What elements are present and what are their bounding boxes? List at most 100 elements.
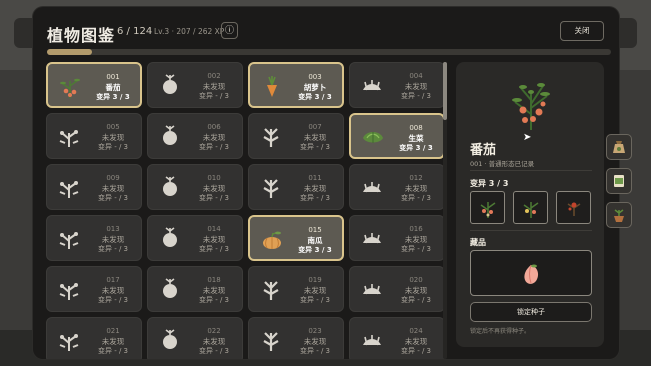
- info-button[interactable]: ⓘ: [221, 22, 238, 39]
- plant-encyclopedia-modal: 植物图鉴 6 / 124 Lv.3 · 207 / 262 XP ⓘ 关闭 00…: [33, 7, 619, 359]
- product-heading: 藏品: [470, 238, 486, 247]
- xp-progress-fill: [47, 49, 92, 55]
- plant-card-mutation: 变异 - / 3: [97, 143, 128, 151]
- plant-card-007[interactable]: 007 未发现 变异 - / 3: [248, 113, 344, 159]
- plant-card-mutation: 变异 - / 3: [299, 194, 330, 202]
- plant-card-mutation: 变异 - / 3: [97, 296, 128, 304]
- mutation-slot-3[interactable]: [556, 191, 591, 224]
- plant-card-number: 008: [409, 124, 423, 132]
- plant-card-012[interactable]: 012 未发现 变异 - / 3: [349, 164, 445, 210]
- plant-silhouette-icon: [263, 128, 279, 147]
- mutation-slot-1[interactable]: [470, 191, 505, 224]
- modal-title: 植物图鉴: [47, 26, 116, 45]
- plant-silhouette-icon: [263, 332, 279, 351]
- plant-card-mutation: 变异 - / 3: [400, 92, 431, 100]
- tomato-variant-icon: [480, 202, 496, 218]
- plant-silhouette-icon: [363, 80, 381, 91]
- divider: [470, 170, 592, 171]
- plant-card-010[interactable]: 010 未发现 变异 - / 3: [147, 164, 243, 210]
- plant-silhouette-icon: [163, 227, 177, 247]
- plant-card-020[interactable]: 020 未发现 变异 - / 3: [349, 266, 445, 312]
- plant-card-mutation: 变异 3 / 3: [96, 93, 130, 101]
- plant-card-024[interactable]: 024 未发现 变异 - / 3: [349, 317, 445, 359]
- tomato-plant-icon: [512, 83, 550, 130]
- product-slot[interactable]: [470, 250, 592, 296]
- plant-card-number: 014: [207, 225, 221, 233]
- tomato-variant-icon: [523, 202, 539, 218]
- mutation-slot-2[interactable]: [513, 191, 548, 224]
- plant-card-mutation: 变异 - / 3: [400, 296, 431, 304]
- plant-card-number: 019: [308, 276, 322, 284]
- plant-silhouette-icon: [363, 233, 381, 244]
- plant-card-016[interactable]: 016 未发现 变异 - / 3: [349, 215, 445, 261]
- detail-plant-name: 番茄: [470, 143, 497, 158]
- plant-card-mutation: 变异 - / 3: [97, 245, 128, 253]
- plant-card-005[interactable]: 005 未发现 变异 - / 3: [46, 113, 142, 159]
- discovered-count: 6 / 124: [117, 26, 153, 37]
- plant-card-009[interactable]: 009 未发现 变异 - / 3: [46, 164, 142, 210]
- plant-card-number: 022: [207, 327, 221, 335]
- potted-plant-icon: [614, 209, 624, 222]
- plant-card-018[interactable]: 018 未发现 变异 - / 3: [147, 266, 243, 312]
- plant-card-002[interactable]: 002 未发现 变异 - / 3: [147, 62, 243, 108]
- plant-card-006[interactable]: 006 未发现 变异 - / 3: [147, 113, 243, 159]
- plant-card-number: 006: [207, 123, 221, 131]
- plant-silhouette-icon: [163, 278, 177, 298]
- plant-card-mutation: 变异 - / 3: [198, 245, 229, 253]
- plant-card-mutation: 变异 - / 3: [400, 245, 431, 253]
- plant-card-mutation: 变异 - / 3: [400, 194, 431, 202]
- plant-card-number: 004: [409, 72, 423, 80]
- plant-card-number: 017: [106, 276, 120, 284]
- plant-silhouette-icon: [59, 334, 79, 351]
- plant-silhouette-icon: [163, 74, 177, 94]
- lock-seed-button[interactable]: 锁定种子: [470, 302, 592, 322]
- plant-card-mutation: 变异 - / 3: [97, 194, 128, 202]
- plant-silhouette-icon: [163, 125, 177, 145]
- plant-card-mutation: 变异 - / 3: [400, 347, 431, 355]
- plant-silhouette-icon: [59, 181, 79, 198]
- plant-card-mutation: 变异 3 / 3: [298, 93, 332, 101]
- divider: [470, 230, 592, 231]
- tomato-plant-icon: [60, 78, 80, 98]
- plant-card-019[interactable]: 019 未发现 变异 - / 3: [248, 266, 344, 312]
- close-button[interactable]: 关闭: [560, 21, 604, 41]
- xp-progress-bar: [47, 49, 611, 55]
- plant-card-013[interactable]: 013 未发现 变异 - / 3: [46, 215, 142, 261]
- scrollbar-thumb[interactable]: [443, 62, 447, 120]
- plant-card-003[interactable]: 003 胡萝卜 变异 3 / 3: [248, 62, 344, 108]
- plant-card-grid: 001 番茄 变异 3 / 3 002 未发现 变异 - / 3 003 胡萝卜 变异 3 / …: [46, 62, 449, 359]
- plant-silhouette-icon: [59, 283, 79, 300]
- lettuce-icon: [363, 132, 383, 143]
- plant-card-021[interactable]: 021 未发现 变异 - / 3: [46, 317, 142, 359]
- plant-card-023[interactable]: 023 未发现 变异 - / 3: [248, 317, 344, 359]
- pumpkin-icon: [263, 231, 281, 249]
- plant-silhouette-icon: [263, 179, 279, 198]
- plant-card-015[interactable]: 015 南瓜 变异 3 / 3: [248, 215, 344, 261]
- plant-card-022[interactable]: 022 未发现 变异 - / 3: [147, 317, 243, 359]
- plant-silhouette-icon: [363, 182, 381, 193]
- plant-card-001[interactable]: 001 番茄 变异 3 / 3: [46, 62, 142, 108]
- plant-card-number: 021: [106, 327, 120, 335]
- plant-card-mutation: 变异 - / 3: [198, 143, 229, 151]
- plant-card-number: 016: [409, 225, 423, 233]
- potted-plant-button[interactable]: [606, 202, 632, 228]
- plant-card-004[interactable]: 004 未发现 变异 - / 3: [349, 62, 445, 108]
- seed-bag-icon: [613, 141, 625, 153]
- level-xp-readout: Lv.3 · 207 / 262 XP: [154, 27, 225, 36]
- plant-card-mutation: 变异 - / 3: [299, 296, 330, 304]
- grid-scrollbar[interactable]: [443, 62, 447, 359]
- plant-card-mutation: 变异 3 / 3: [399, 144, 433, 152]
- plant-card-mutation: 变异 - / 3: [198, 296, 229, 304]
- plant-card-017[interactable]: 017 未发现 变异 - / 3: [46, 266, 142, 312]
- plant-card-014[interactable]: 014 未发现 变异 - / 3: [147, 215, 243, 261]
- plant-card-number: 023: [308, 327, 322, 335]
- plant-card-number: 007: [308, 123, 322, 131]
- plant-silhouette-icon: [59, 130, 79, 147]
- mouse-cursor: ➤: [523, 132, 532, 143]
- plant-card-008[interactable]: 008 生菜 变异 3 / 3: [349, 113, 445, 159]
- seed-bag-button[interactable]: [606, 134, 632, 160]
- carrot-icon: [267, 76, 277, 97]
- plant-card-011[interactable]: 011 未发现 变异 - / 3: [248, 164, 344, 210]
- seed-packet-button[interactable]: [606, 168, 632, 194]
- plant-silhouette-icon: [163, 176, 177, 196]
